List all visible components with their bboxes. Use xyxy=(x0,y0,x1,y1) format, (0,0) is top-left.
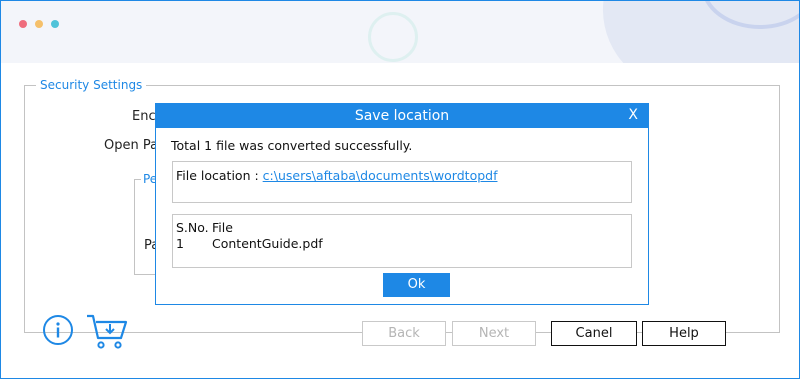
file-location-box: File location : c:\users\aftaba\document… xyxy=(172,161,632,203)
maximize-window-dot[interactable] xyxy=(51,20,59,28)
cart-download-icon[interactable] xyxy=(85,313,129,351)
title-bar xyxy=(1,1,799,63)
column-header-file: File xyxy=(212,220,233,235)
back-button[interactable]: Back xyxy=(362,321,446,346)
minimize-window-dot[interactable] xyxy=(35,20,43,28)
conversion-message: Total 1 file was converted successfully. xyxy=(171,138,413,153)
column-header-sno: S.No. xyxy=(176,220,209,235)
close-window-dot[interactable] xyxy=(19,20,27,28)
dialog-close-button[interactable]: X xyxy=(628,107,638,123)
cancel-button[interactable]: Canel xyxy=(551,321,637,346)
encrypt-label: Enc xyxy=(132,109,156,124)
ok-button[interactable]: Ok xyxy=(383,273,450,297)
file-location-label: File location : xyxy=(176,168,263,183)
file-list-box: S.No. File 1 ContentGuide.pdf xyxy=(172,214,632,268)
save-location-dialog: Save location X Total 1 file was convert… xyxy=(155,103,649,305)
security-settings-legend: Security Settings xyxy=(36,78,147,92)
file-location-link[interactable]: c:\users\aftaba\documents\wordtopdf xyxy=(263,168,498,183)
next-button[interactable]: Next xyxy=(452,321,536,346)
app-window: Security Settings Enc Open Pa Pe Pa Back… xyxy=(0,0,800,379)
table-cell-file[interactable]: ContentGuide.pdf xyxy=(212,236,323,251)
decorative-ring xyxy=(368,12,418,62)
dialog-title-bar: Save location X xyxy=(156,104,648,128)
open-password-label: Open Pa xyxy=(104,138,159,153)
info-circle-icon[interactable] xyxy=(42,314,74,346)
help-button[interactable]: Help xyxy=(642,321,726,346)
table-cell-sno: 1 xyxy=(176,236,184,251)
dialog-title: Save location xyxy=(354,108,450,124)
